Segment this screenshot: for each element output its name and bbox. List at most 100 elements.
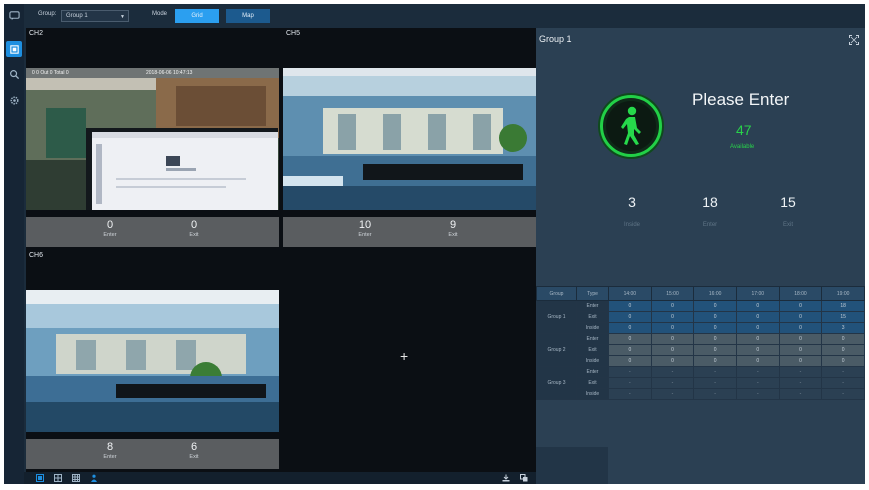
type-cell: Enter (576, 300, 609, 312)
bottom-toolbar (24, 472, 536, 484)
value-cell: - (608, 388, 652, 400)
value-cell: 18 (821, 300, 865, 312)
exit-value: 15 (780, 194, 796, 210)
value-cell: 0 (735, 355, 780, 367)
empty-camera-cell[interactable]: + (283, 250, 536, 469)
camera-title: CH6 (29, 252, 44, 259)
camera-counts-bar: 8 Enter 6 Exit (26, 439, 279, 469)
mode-grid-button[interactable]: Grid (175, 9, 219, 23)
group-label: Group: (38, 11, 57, 17)
value-cell: - (608, 377, 652, 389)
left-rail (4, 4, 24, 484)
table-row: Inside - - - - - - (537, 388, 865, 400)
value-cell: 0 (608, 300, 652, 312)
camera-title: CH5 (286, 30, 301, 37)
value-cell: - (778, 377, 823, 389)
column-header: 15:00 (650, 286, 695, 301)
value-cell: 0 (778, 344, 823, 356)
camera-title: CH2 (29, 30, 44, 37)
camera-feed-ch6 (26, 290, 279, 432)
camera-cell-ch6[interactable]: CH6 8 Enter 6 Exit (26, 250, 279, 469)
walking-person-icon (600, 95, 662, 157)
type-cell: Inside (576, 322, 609, 334)
value-cell: 0 (735, 300, 780, 312)
value-cell: 0 (735, 333, 780, 345)
layout-1x1-icon[interactable] (36, 474, 44, 482)
table-row: Exit 0 0 0 0 0 0 (537, 344, 865, 356)
value-cell: 0 (650, 322, 695, 334)
hourly-stats-table: Group Type 14:00 15:00 16:00 17:00 18:00… (536, 286, 865, 400)
mode-label: Mode (152, 11, 168, 17)
value-cell: 0 (693, 322, 737, 334)
search-icon[interactable] (6, 66, 22, 82)
exit-count-value: 0 (190, 219, 198, 231)
value-cell: - (821, 366, 865, 378)
chat-icon[interactable] (6, 7, 22, 23)
value-cell: - (693, 377, 737, 389)
value-cell: - (650, 388, 695, 400)
enter-count-label: Enter (103, 454, 117, 460)
inside-value: 3 (628, 194, 636, 210)
value-cell: - (650, 377, 695, 389)
enter-count: 10 Enter (345, 219, 385, 238)
table-row: Group 1 Enter 0 0 0 0 0 18 (536, 300, 865, 334)
panel-title: Group 1 (539, 34, 572, 44)
fullscreen-icon[interactable] (849, 35, 859, 45)
value-cell: 0 (778, 322, 823, 334)
camera-feed-ch2: 0 0 Out 0 Total 0 2018-06-06 10:47:13 (26, 68, 279, 210)
mode-map-button[interactable]: Map (226, 9, 270, 23)
column-header: 19:00 (821, 286, 865, 301)
people-group-icon[interactable] (90, 474, 98, 482)
value-cell: 3 (821, 322, 865, 334)
people-counting-icon[interactable] (6, 41, 22, 57)
value-cell: - (735, 388, 780, 400)
group-cell: Group 1 (536, 300, 577, 334)
camera-cell-ch5[interactable]: CH5 10 Enter 9 Exit (283, 28, 536, 247)
enter-count-value: 10 (358, 219, 372, 231)
type-cell: Enter (576, 366, 609, 378)
value-cell: 0 (650, 333, 695, 345)
value-cell: - (650, 366, 695, 378)
table-row: Exit - - - - - - (537, 377, 865, 389)
enter-count-label: Enter (103, 232, 117, 238)
table-row: Group 3 Enter - - - - - - (536, 366, 865, 400)
value-cell: 0 (608, 322, 652, 334)
value-cell: 0 (693, 311, 737, 323)
exit-count-value: 9 (449, 219, 457, 231)
group-status-panel: Group 1 Please Enter 47 Available 3 Insi… (536, 28, 865, 484)
top-toolbar: Group: Group 1 ▼ Mode Grid Map (24, 4, 865, 28)
settings-icon[interactable] (6, 92, 22, 108)
type-cell: Exit (576, 311, 609, 323)
layout-3x3-icon[interactable] (72, 474, 80, 482)
type-cell: Enter (576, 333, 609, 345)
layout-2x2-icon[interactable] (54, 474, 62, 482)
value-cell: 15 (821, 311, 865, 323)
value-cell: 0 (778, 311, 823, 323)
column-header: Group (536, 286, 577, 301)
enter-count-value: 0 (106, 219, 114, 231)
exit-count-label: Exit (189, 454, 199, 460)
value-cell: 0 (650, 311, 695, 323)
type-cell: Inside (576, 388, 609, 400)
enter-label: Enter (702, 222, 718, 228)
switch-view-icon[interactable] (520, 474, 528, 482)
camera-cell-ch2[interactable]: CH2 0 0 Out 0 Total 0 2018-06-06 10:47:1… (26, 28, 279, 247)
exit-count: 0 Exit (174, 219, 214, 238)
value-cell: 0 (821, 344, 865, 356)
value-cell: 0 (778, 355, 823, 367)
value-cell: 0 (650, 300, 695, 312)
export-icon[interactable] (502, 474, 510, 482)
value-cell: 0 (608, 344, 652, 356)
add-camera-icon[interactable]: + (400, 348, 408, 364)
exit-count-label: Exit (189, 232, 199, 238)
inside-stat: 3 Inside (602, 194, 662, 228)
group-select[interactable]: Group 1 ▼ (61, 10, 129, 22)
table-empty-group-column (536, 447, 608, 484)
camera-counts-bar: 0 Enter 0 Exit (26, 217, 279, 247)
value-cell: 0 (778, 333, 823, 345)
camera-grid: CH2 0 0 Out 0 Total 0 2018-06-06 10:47:1… (26, 28, 536, 472)
value-cell: - (821, 388, 865, 400)
value-cell: - (735, 377, 780, 389)
column-header: 17:00 (735, 286, 780, 301)
value-cell: - (821, 377, 865, 389)
